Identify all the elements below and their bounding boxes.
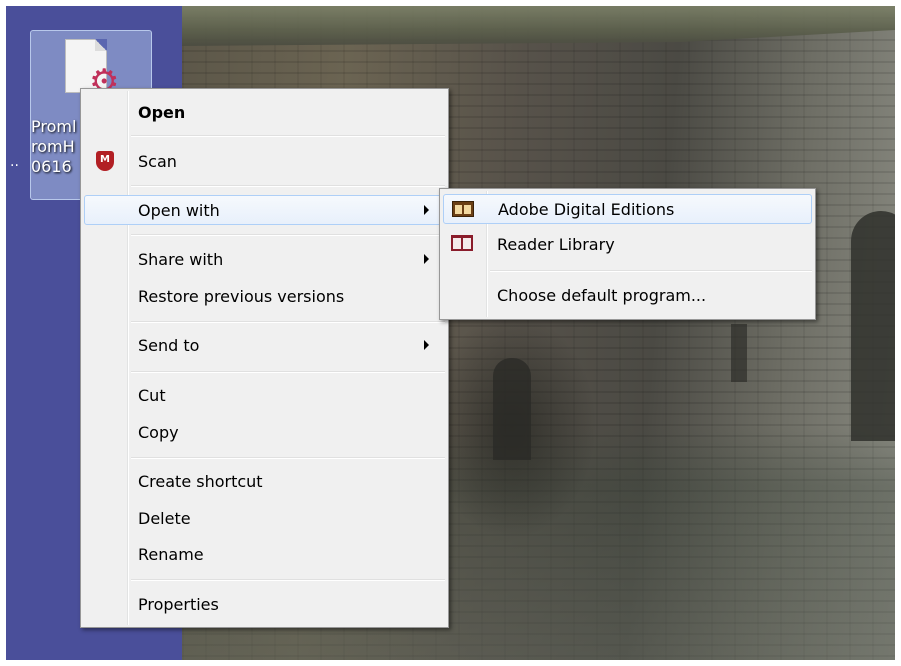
menu-item-label: Open (138, 103, 186, 122)
menu-separator (131, 185, 445, 186)
menu-separator (490, 270, 812, 271)
menu-item-rename[interactable]: Rename (84, 539, 445, 569)
menu-item-open-with[interactable]: Open with (84, 195, 445, 225)
menu-item-cut[interactable]: Cut (84, 380, 445, 410)
menu-separator (131, 579, 445, 580)
menu-item-label: Restore previous versions (138, 287, 345, 306)
submenu-item-reader-library[interactable]: Reader Library (443, 229, 812, 259)
menu-item-open[interactable]: Open (84, 97, 445, 127)
menu-item-label: Reader Library (497, 235, 615, 254)
menu-item-create-shortcut[interactable]: Create shortcut (84, 466, 445, 496)
menu-item-delete[interactable]: Delete (84, 503, 445, 533)
mcafee-icon: M (96, 151, 114, 171)
menu-separator (131, 135, 445, 136)
menu-separator (131, 457, 445, 458)
menu-item-label: Properties (138, 595, 219, 614)
open-with-submenu: Adobe Digital Editions Reader Library Ch… (439, 188, 816, 320)
wallpaper-arch (851, 211, 895, 441)
submenu-arrow-icon (424, 205, 429, 215)
file-label-line: romH (31, 137, 75, 156)
submenu-item-choose-default-program[interactable]: Choose default program... (443, 280, 812, 310)
submenu-item-adobe-digital-editions[interactable]: Adobe Digital Editions (443, 194, 812, 224)
wallpaper-window (731, 324, 747, 382)
menu-item-restore-previous-versions[interactable]: Restore previous versions (84, 281, 445, 311)
menu-separator (131, 234, 445, 235)
menu-item-scan[interactable]: M Scan (84, 146, 445, 176)
menu-item-label: Choose default program... (497, 286, 707, 305)
adobe-digital-editions-icon (452, 201, 474, 217)
file-label-line: 0616 (31, 157, 72, 176)
file-label-line: Proml (31, 117, 77, 136)
menu-item-label: Send to (138, 336, 200, 355)
wallpaper-window (493, 358, 531, 460)
menu-item-properties[interactable]: Properties (84, 589, 445, 619)
menu-item-copy[interactable]: Copy (84, 417, 445, 447)
menu-item-label: Copy (138, 423, 179, 442)
menu-item-send-to[interactable]: Send to (84, 330, 445, 360)
menu-item-share-with[interactable]: Share with (84, 244, 445, 274)
context-menu: Open M Scan Open with Share with Restore… (80, 88, 449, 628)
submenu-arrow-icon (424, 254, 429, 264)
menu-item-label: Scan (138, 152, 177, 171)
desktop-file-label: Proml romH 0616 (31, 117, 87, 177)
menu-item-label: Create shortcut (138, 472, 263, 491)
menu-item-label: Share with (138, 250, 224, 269)
menu-item-label: Adobe Digital Editions (498, 200, 675, 219)
menu-item-label: Open with (138, 201, 220, 220)
menu-item-label: Rename (138, 545, 204, 564)
submenu-arrow-icon (424, 340, 429, 350)
menu-separator (131, 371, 445, 372)
menu-item-label: Delete (138, 509, 191, 528)
desktop-icon-fragment: .. (10, 154, 19, 170)
reader-library-icon (451, 235, 473, 251)
menu-separator (131, 321, 445, 322)
menu-item-label: Cut (138, 386, 166, 405)
